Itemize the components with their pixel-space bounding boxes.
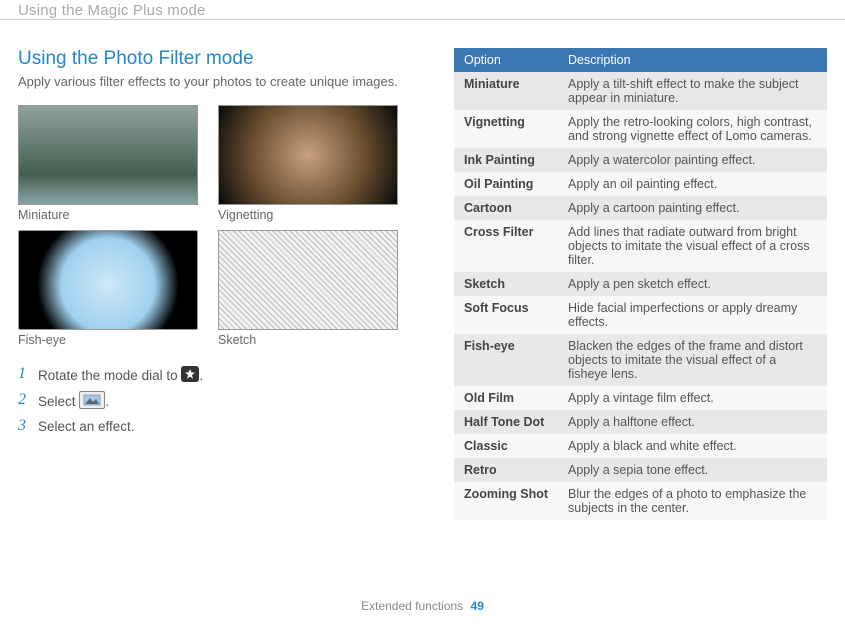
step-3: 3 Select an effect. bbox=[18, 417, 426, 435]
table-row: VignettingApply the retro-looking colors… bbox=[454, 110, 827, 148]
option-name: Sketch bbox=[454, 272, 558, 296]
step-1: 1 Rotate the mode dial to . bbox=[18, 365, 426, 383]
option-desc: Hide facial imperfections or apply dream… bbox=[558, 296, 827, 334]
option-name: Oil Painting bbox=[454, 172, 558, 196]
table-row: Cross FilterAdd lines that radiate outwa… bbox=[454, 220, 827, 272]
step-text: Select an effect. bbox=[38, 419, 135, 434]
step-text-after: . bbox=[199, 368, 203, 383]
option-desc: Apply an oil painting effect. bbox=[558, 172, 827, 196]
step-text: Rotate the mode dial to . bbox=[38, 366, 203, 383]
steps-list: 1 Rotate the mode dial to . 2 Select . 3… bbox=[18, 365, 426, 435]
option-name: Vignetting bbox=[454, 110, 558, 148]
table-row: ClassicApply a black and white effect. bbox=[454, 434, 827, 458]
table-row: SketchApply a pen sketch effect. bbox=[454, 272, 827, 296]
step-text-before: Rotate the mode dial to bbox=[38, 368, 181, 383]
left-column: Using the Photo Filter mode Apply variou… bbox=[18, 48, 426, 520]
thumb-miniature bbox=[18, 105, 198, 205]
table-row: Fish-eyeBlacken the edges of the frame a… bbox=[454, 334, 827, 386]
right-column: Option Description MiniatureApply a tilt… bbox=[454, 48, 827, 520]
caption-fisheye: Fish-eye bbox=[18, 333, 198, 347]
option-name: Classic bbox=[454, 434, 558, 458]
thumb-fisheye bbox=[18, 230, 198, 330]
step-text-before: Select bbox=[38, 394, 79, 409]
page-footer: Extended functions 49 bbox=[0, 599, 845, 613]
option-name: Retro bbox=[454, 458, 558, 482]
option-desc: Apply a watercolor painting effect. bbox=[558, 148, 827, 172]
sample-vignetting: Vignetting bbox=[218, 105, 398, 222]
caption-sketch: Sketch bbox=[218, 333, 398, 347]
option-name: Cross Filter bbox=[454, 220, 558, 272]
option-name: Cartoon bbox=[454, 196, 558, 220]
page-number: 49 bbox=[471, 599, 484, 613]
caption-vignetting: Vignetting bbox=[218, 208, 398, 222]
table-row: Half Tone DotApply a halftone effect. bbox=[454, 410, 827, 434]
option-desc: Blacken the edges of the frame and disto… bbox=[558, 334, 827, 386]
section-intro: Apply various filter effects to your pho… bbox=[18, 74, 426, 89]
option-desc: Blur the edges of a photo to emphasize t… bbox=[558, 482, 827, 520]
footer-label: Extended functions bbox=[361, 599, 463, 613]
options-table: Option Description MiniatureApply a tilt… bbox=[454, 48, 827, 520]
sample-miniature: Miniature bbox=[18, 105, 198, 222]
table-row: Old FilmApply a vintage film effect. bbox=[454, 386, 827, 410]
col-option: Option bbox=[454, 48, 558, 72]
option-desc: Apply a cartoon painting effect. bbox=[558, 196, 827, 220]
option-desc: Apply a black and white effect. bbox=[558, 434, 827, 458]
step-2: 2 Select . bbox=[18, 391, 426, 409]
breadcrumb: Using the Magic Plus mode bbox=[0, 0, 845, 20]
step-number: 1 bbox=[18, 365, 30, 383]
col-description: Description bbox=[558, 48, 827, 72]
caption-miniature: Miniature bbox=[18, 208, 198, 222]
step-text-after: . bbox=[105, 394, 109, 409]
table-row: Soft FocusHide facial imperfections or a… bbox=[454, 296, 827, 334]
table-row: Zooming ShotBlur the edges of a photo to… bbox=[454, 482, 827, 520]
table-row: RetroApply a sepia tone effect. bbox=[454, 458, 827, 482]
section-title: Using the Photo Filter mode bbox=[18, 48, 426, 70]
step-number: 2 bbox=[18, 391, 30, 409]
step-number: 3 bbox=[18, 417, 30, 435]
option-desc: Apply a halftone effect. bbox=[558, 410, 827, 434]
option-name: Ink Painting bbox=[454, 148, 558, 172]
thumb-sketch bbox=[218, 230, 398, 330]
magic-plus-mode-icon bbox=[181, 366, 199, 382]
table-row: Ink PaintingApply a watercolor painting … bbox=[454, 148, 827, 172]
option-desc: Apply the retro-looking colors, high con… bbox=[558, 110, 827, 148]
photo-filter-icon bbox=[79, 391, 105, 409]
sample-fisheye: Fish-eye bbox=[18, 230, 198, 347]
option-name: Soft Focus bbox=[454, 296, 558, 334]
option-name: Half Tone Dot bbox=[454, 410, 558, 434]
option-name: Miniature bbox=[454, 72, 558, 110]
option-name: Old Film bbox=[454, 386, 558, 410]
option-desc: Apply a sepia tone effect. bbox=[558, 458, 827, 482]
option-desc: Apply a vintage film effect. bbox=[558, 386, 827, 410]
thumb-vignetting bbox=[218, 105, 398, 205]
table-row: MiniatureApply a tilt-shift effect to ma… bbox=[454, 72, 827, 110]
option-name: Zooming Shot bbox=[454, 482, 558, 520]
option-desc: Apply a pen sketch effect. bbox=[558, 272, 827, 296]
step-text: Select . bbox=[38, 391, 109, 409]
sample-grid: Miniature Vignetting Fish-eye Sketch bbox=[18, 105, 426, 347]
option-desc: Apply a tilt-shift effect to make the su… bbox=[558, 72, 827, 110]
option-name: Fish-eye bbox=[454, 334, 558, 386]
option-desc: Add lines that radiate outward from brig… bbox=[558, 220, 827, 272]
table-row: Oil PaintingApply an oil painting effect… bbox=[454, 172, 827, 196]
sample-sketch: Sketch bbox=[218, 230, 398, 347]
table-row: CartoonApply a cartoon painting effect. bbox=[454, 196, 827, 220]
